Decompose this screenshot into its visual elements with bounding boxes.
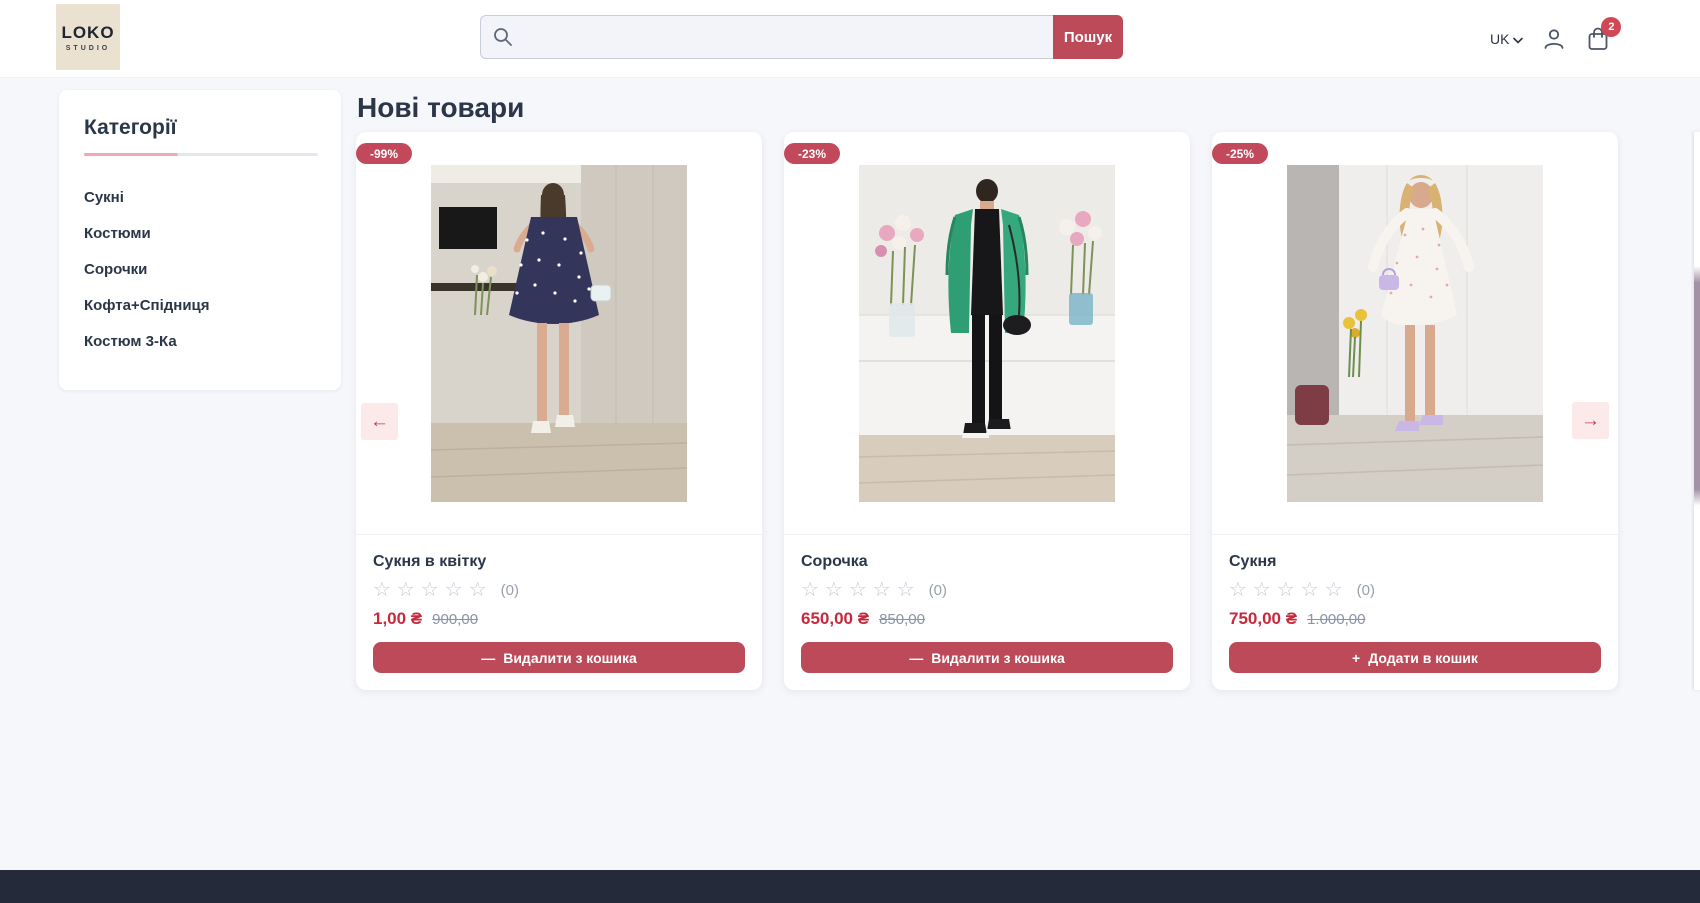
cart-count-badge: 2 — [1601, 17, 1621, 37]
cart-button-label: Додати в кошик — [1368, 650, 1478, 666]
arrow-left-icon: ← — [370, 411, 389, 433]
chevron-down-icon — [1513, 31, 1523, 47]
rating-count: (0) — [501, 582, 519, 599]
cart-button[interactable]: 2 — [1585, 26, 1611, 52]
discount-badge: -25% — [1212, 143, 1268, 164]
category-list: Сукні Костюми Сорочки Кофта+Спідниця Кос… — [84, 180, 317, 360]
carousel-next-button[interactable]: → — [1572, 402, 1609, 439]
product-title[interactable]: Сукня в квітку — [373, 553, 745, 571]
header-actions: UK 2 — [1490, 0, 1611, 78]
product-card: -25% Сукня ☆☆☆☆☆ (0) 750,00 ₴ 1.000,00 +… — [1212, 132, 1618, 690]
product-card: -23% Сорочка ☆☆☆☆☆ (0) 650,00 ₴ 850,00 —… — [784, 132, 1190, 690]
current-price: 650,00 ₴ — [801, 609, 869, 629]
search-icon — [492, 26, 514, 48]
product-card: -99% Сукня в квітку ☆☆☆☆☆ (0) 1,00 ₴ 900… — [356, 132, 762, 690]
star-icons: ☆☆☆☆☆ — [1229, 580, 1349, 600]
product-rating: ☆☆☆☆☆ (0) — [1229, 580, 1601, 600]
rating-count: (0) — [929, 582, 947, 599]
current-price: 750,00 ₴ — [1229, 609, 1297, 629]
sidebar-item-kostyum-3ka[interactable]: Костюм 3-Ка — [84, 324, 317, 360]
shopping-bag-icon — [1585, 39, 1611, 56]
old-price: 1.000,00 — [1307, 611, 1365, 628]
add-to-cart-button[interactable]: + Додати в кошик — [1229, 642, 1601, 673]
remove-from-cart-button[interactable]: — Видалити з кошика — [373, 642, 745, 673]
cart-button-label: Видалити з кошика — [503, 650, 637, 666]
product-rating: ☆☆☆☆☆ (0) — [373, 580, 745, 600]
product-image[interactable] — [356, 132, 762, 535]
carousel-prev-button[interactable]: ← — [361, 403, 398, 440]
page-title: Нові товари — [357, 92, 524, 124]
sidebar-title: Категорії — [84, 116, 317, 140]
minus-icon: — — [909, 650, 923, 666]
logo-text: LOKO — [61, 23, 114, 43]
sidebar-item-kofta-spidnytsya[interactable]: Кофта+Спідниця — [84, 288, 317, 324]
header: LOKO STUDIO Пошук UK — [0, 0, 1700, 78]
current-price: 1,00 ₴ — [373, 609, 422, 629]
search-input[interactable] — [480, 15, 1053, 59]
language-label: UK — [1490, 31, 1509, 47]
old-price: 850,00 — [879, 611, 925, 628]
sidebar-item-sukni[interactable]: Сукні — [84, 180, 317, 216]
next-card-sliver — [1694, 132, 1700, 690]
product-info: Сукня ☆☆☆☆☆ (0) 750,00 ₴ 1.000,00 + Дода… — [1212, 535, 1618, 673]
user-icon — [1541, 39, 1567, 56]
product-title[interactable]: Сорочка — [801, 553, 1173, 571]
product-image[interactable] — [784, 132, 1190, 535]
product-title[interactable]: Сукня — [1229, 553, 1601, 571]
language-selector[interactable]: UK — [1490, 31, 1523, 47]
discount-badge: -23% — [784, 143, 840, 164]
search-bar: Пошук — [480, 15, 1123, 59]
price-row: 750,00 ₴ 1.000,00 — [1229, 609, 1601, 629]
product-image[interactable] — [1212, 132, 1618, 535]
arrow-right-icon: → — [1581, 410, 1600, 432]
product-rating: ☆☆☆☆☆ (0) — [801, 580, 1173, 600]
logo[interactable]: LOKO STUDIO — [56, 4, 120, 70]
sidebar-item-sorochky[interactable]: Сорочки — [84, 252, 317, 288]
minus-icon: — — [481, 650, 495, 666]
star-icons: ☆☆☆☆☆ — [801, 580, 921, 600]
rating-count: (0) — [1357, 582, 1375, 599]
footer — [0, 870, 1700, 903]
cart-button-label: Видалити з кошика — [931, 650, 1065, 666]
discount-badge: -99% — [356, 143, 412, 164]
product-info: Сорочка ☆☆☆☆☆ (0) 650,00 ₴ 850,00 — Вида… — [784, 535, 1190, 673]
product-info: Сукня в квітку ☆☆☆☆☆ (0) 1,00 ₴ 900,00 —… — [356, 535, 762, 673]
old-price: 900,00 — [432, 611, 478, 628]
page: LOKO STUDIO Пошук UK — [0, 0, 1700, 903]
plus-icon: + — [1352, 650, 1360, 666]
categories-sidebar: Категорії Сукні Костюми Сорочки Кофта+Сп… — [59, 90, 341, 390]
sidebar-item-kostyumy[interactable]: Костюми — [84, 216, 317, 252]
logo-subtext: STUDIO — [66, 45, 110, 52]
star-icons: ☆☆☆☆☆ — [373, 580, 493, 600]
search-button[interactable]: Пошук — [1053, 15, 1123, 59]
price-row: 650,00 ₴ 850,00 — [801, 609, 1173, 629]
user-account-button[interactable] — [1541, 26, 1567, 52]
price-row: 1,00 ₴ 900,00 — [373, 609, 745, 629]
remove-from-cart-button[interactable]: — Видалити з кошика — [801, 642, 1173, 673]
sidebar-divider — [84, 153, 318, 156]
